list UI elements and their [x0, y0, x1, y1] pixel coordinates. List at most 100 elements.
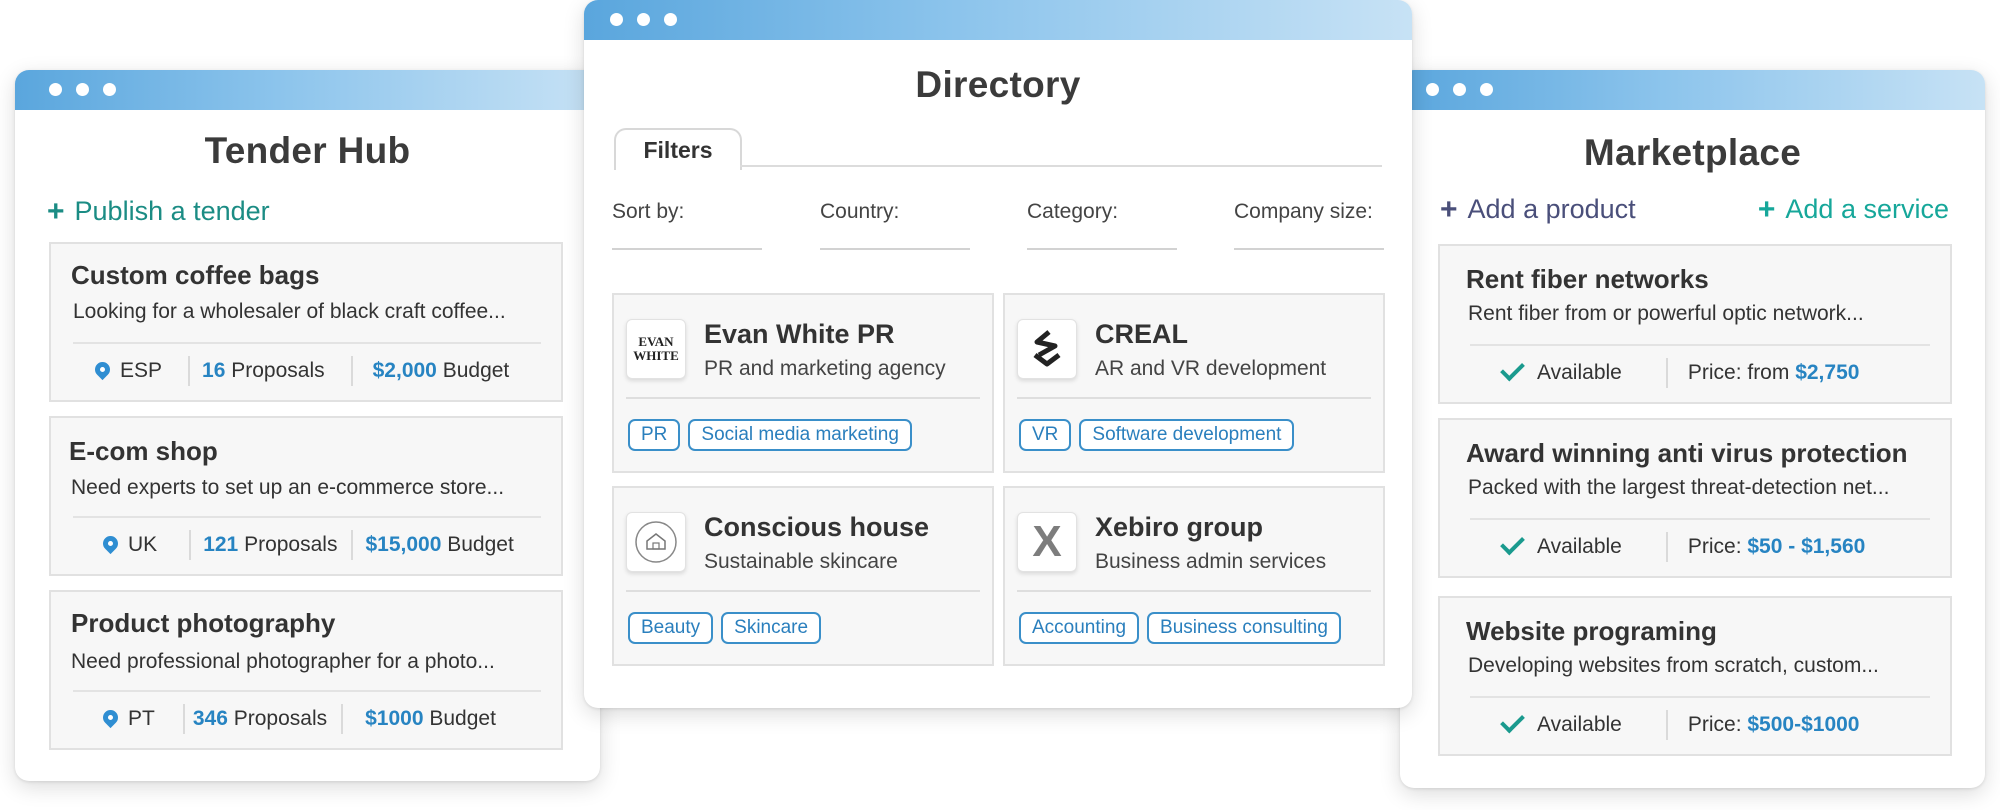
company-logo: X: [1017, 512, 1077, 572]
product-card[interactable]: Award winning anti virus protection Pack…: [1438, 418, 1952, 578]
divider: [73, 516, 541, 518]
budget-value: $15,000: [365, 533, 442, 556]
product-title: Rent fiber networks: [1466, 264, 1709, 294]
location-pin-icon: [91, 358, 114, 380]
product-meta: Available Price: $50 - $1,560: [1500, 530, 1865, 562]
tag-vr[interactable]: VR: [1019, 419, 1072, 451]
company-name: Evan White PR: [704, 319, 895, 349]
company-name: CREAL: [1095, 319, 1188, 349]
filter-sort-by[interactable]: Sort by:: [612, 200, 684, 224]
price-label: Price: from: [1687, 361, 1790, 384]
tag-accounting[interactable]: Accounting: [1019, 612, 1140, 644]
plus-icon: +: [1757, 192, 1776, 226]
budget-value: $1000: [365, 707, 424, 730]
window-titlebar: [1400, 70, 1985, 110]
company-logo: [1017, 319, 1077, 379]
product-card[interactable]: Rent fiber networks Rent fiber from or p…: [1438, 244, 1952, 404]
window-dot: [49, 83, 62, 96]
publish-tender-link[interactable]: + Publish a tender: [47, 196, 270, 227]
filter-company-size[interactable]: Company size:: [1234, 200, 1373, 224]
tab-filters[interactable]: Filters: [614, 128, 742, 170]
divider: [341, 704, 344, 734]
company-name: Conscious house: [704, 512, 930, 542]
tender-location: PT: [128, 707, 155, 730]
availability-status: Available: [1537, 535, 1622, 558]
logo-text: EVAN WHITE: [633, 334, 679, 363]
tag-social-media-marketing[interactable]: Social media marketing: [688, 419, 912, 451]
company-card[interactable]: X Xebiro group Business admin services A…: [1003, 486, 1385, 666]
divider: [73, 690, 541, 692]
company-description: PR and marketing agency: [704, 357, 946, 380]
tag-software-development[interactable]: Software development: [1079, 419, 1295, 451]
tag-pr[interactable]: PR: [628, 419, 681, 451]
budget-value: $2,000: [372, 359, 437, 382]
product-title: Award winning anti virus protection: [1466, 438, 1908, 468]
tender-title: Custom coffee bags: [71, 260, 320, 290]
divider: [188, 356, 191, 386]
budget-label: Budget: [447, 533, 514, 556]
add-service-link[interactable]: + Add a service: [1758, 194, 1949, 225]
tender-title: E-com shop: [69, 436, 218, 466]
logo-text: X: [1032, 517, 1062, 566]
tender-location: UK: [128, 533, 158, 556]
product-description: Rent fiber from or powerful optic networ…: [1468, 302, 1864, 325]
product-title: Website programing: [1466, 616, 1717, 646]
product-description: Developing websites from scratch, custom…: [1468, 654, 1879, 677]
filter-underline: [612, 248, 762, 250]
marketplace-title: Marketplace: [1583, 132, 1802, 173]
divider: [1665, 710, 1668, 740]
divider: [1470, 696, 1930, 698]
house-logo-icon: [635, 521, 677, 563]
budget-label: Budget: [442, 359, 510, 382]
window-dot: [664, 13, 677, 26]
tender-location: ESP: [120, 359, 163, 382]
proposals-count: 121: [203, 533, 239, 556]
tender-card[interactable]: E-com shop Need experts to set up an e-c…: [49, 416, 563, 576]
window-dot: [610, 13, 623, 26]
product-description: Packed with the largest threat-detection…: [1468, 476, 1890, 499]
location-pin-icon: [99, 532, 122, 554]
add-service-label: Add a service: [1785, 194, 1949, 224]
publish-tender-label: Publish a tender: [74, 196, 270, 226]
filter-category[interactable]: Category:: [1027, 200, 1118, 224]
product-meta: Available Price: from $2,750: [1500, 356, 1859, 388]
divider: [1017, 397, 1371, 399]
product-meta: Available Price: $500-$1000: [1500, 708, 1860, 740]
divider: [1665, 358, 1668, 388]
tender-card[interactable]: Product photography Need professional ph…: [49, 590, 563, 750]
check-icon: [1500, 356, 1525, 382]
filter-country[interactable]: Country:: [820, 200, 899, 224]
tender-title: Product photography: [71, 608, 336, 638]
window-dot: [1453, 83, 1466, 96]
tag-beauty[interactable]: Beauty: [628, 612, 714, 644]
tender-card[interactable]: Custom coffee bags Looking for a wholesa…: [49, 242, 563, 402]
divider: [626, 397, 980, 399]
window-dot: [1426, 83, 1439, 96]
product-card[interactable]: Website programing Developing websites f…: [1438, 596, 1952, 756]
location-pin-icon: [99, 706, 122, 728]
add-product-link[interactable]: + Add a product: [1440, 194, 1636, 225]
window-titlebar: [15, 70, 600, 110]
availability-status: Available: [1537, 713, 1622, 736]
tag-business-consulting[interactable]: Business consulting: [1147, 612, 1341, 644]
divider: [626, 590, 980, 592]
creal-logo-icon: [1033, 330, 1061, 367]
check-icon: [1500, 530, 1525, 556]
company-card[interactable]: EVAN WHITE Evan White PR PR and marketin…: [612, 293, 994, 473]
company-card[interactable]: Conscious house Sustainable skincare Bea…: [612, 486, 994, 666]
company-logo: EVAN WHITE: [626, 319, 686, 379]
tender-hub-title: Tender Hub: [204, 130, 411, 171]
price-label: Price:: [1687, 535, 1742, 558]
add-product-label: Add a product: [1467, 194, 1636, 224]
company-description: Sustainable skincare: [704, 550, 898, 573]
company-card[interactable]: CREAL AR and VR development VR Software …: [1003, 293, 1385, 473]
price-label: Price:: [1687, 713, 1742, 736]
directory-window: Directory Filters Sort by: Country: Cate…: [584, 0, 1412, 708]
price-value: $500-$1000: [1747, 713, 1860, 736]
proposals-label: Proposals: [233, 707, 328, 730]
tag-skincare[interactable]: Skincare: [721, 612, 822, 644]
filter-underline: [820, 248, 970, 250]
window-dot: [103, 83, 116, 96]
tender-description: Need experts to set up an e-commerce sto…: [71, 476, 505, 499]
tender-meta: UK 121 Proposals $15,000 Budget: [99, 530, 514, 560]
